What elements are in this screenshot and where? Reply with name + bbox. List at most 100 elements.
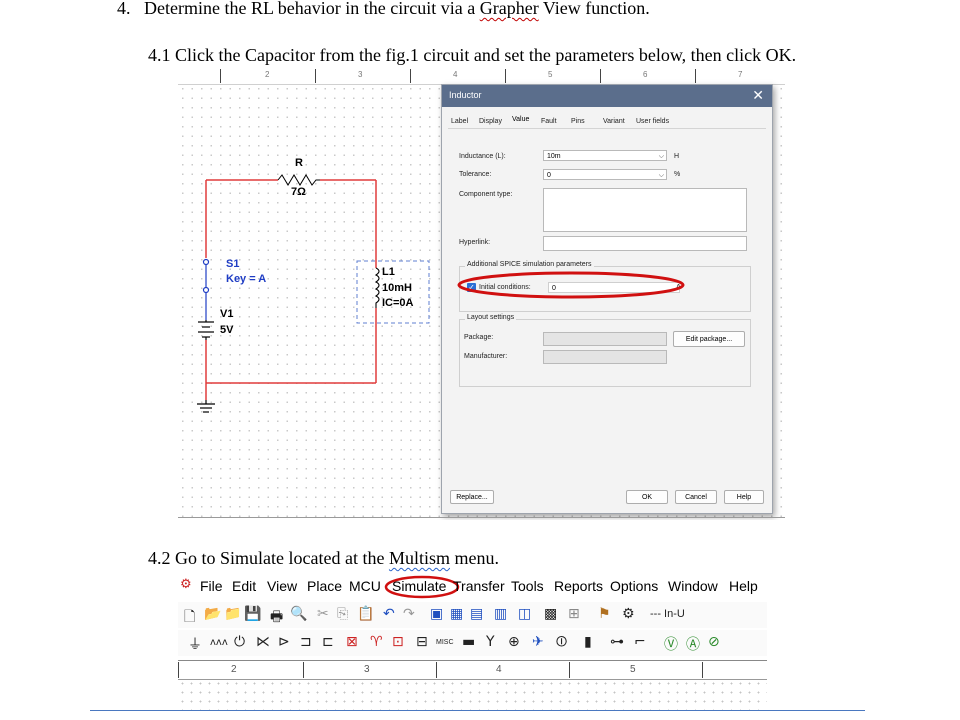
advanced-peripherals-icon[interactable]: ⊟ [416,634,428,650]
step-4-2-text-end: menu. [449,548,499,568]
hierarchical-block-icon[interactable]: ⏼ [556,634,567,650]
erc-icon[interactable]: ⚑ [598,606,611,622]
tolerance-value: 0 [547,172,551,179]
menu-help[interactable]: Help [729,578,758,594]
indicator-icon[interactable]: ♈ [370,634,383,650]
schematic-grid [178,679,767,710]
save-icon[interactable]: 💾 [244,606,261,622]
menu-reports[interactable]: Reports [554,578,603,594]
multisim-menu-screenshot: ⚙ File Edit View Place MCU Simulate Tran… [178,574,767,710]
manufacturer-field [543,350,667,364]
electrical-rules-icon[interactable]: ⚙ [622,606,635,622]
open-folder-icon[interactable]: 📂 [204,606,221,622]
hyperlink-label: Hyperlink: [459,239,491,246]
grapher-icon[interactable]: ◫ [518,606,531,622]
place-junction-icon[interactable]: ⊶ [610,634,624,650]
close-icon[interactable]: ✕ [752,87,764,104]
step-4-2-heading: 4.2 Go to Simulate located at the Multis… [148,548,499,569]
menu-window[interactable]: Window [668,578,718,594]
ammeter-icon[interactable]: Ⓐ [686,634,700,654]
switch-key: Key = A [226,273,267,285]
step-4-heading: 4. Determine the RL behavior in the circ… [117,0,650,19]
hyperlink-field[interactable] [543,236,747,251]
page-divider [90,710,865,711]
electromechanical-icon[interactable]: Y [486,634,495,650]
spreadsheet-icon[interactable]: ▦ [450,606,463,622]
place-wire-icon[interactable]: ⌐ [634,634,646,650]
undo-icon[interactable]: ↶ [383,606,395,622]
resistor-symbol [277,174,320,186]
menu-options[interactable]: Options [610,578,658,594]
package-label: Package: [464,334,494,341]
switch-name: S1 [226,258,240,270]
tab-label[interactable]: Label [451,118,468,125]
cut-icon[interactable]: ✂ [317,606,329,622]
paste-icon[interactable]: 📋 [357,606,374,622]
tab-variant[interactable]: Variant [603,118,625,125]
replace-button[interactable]: Replace... [450,490,494,504]
database-icon[interactable]: ▤ [470,606,483,622]
basic-icon[interactable]: ʌʌʌ [210,637,228,648]
print-preview-icon[interactable]: 🔍 [290,606,307,622]
transistor-icon[interactable]: ⋉ [256,634,270,650]
cmos-icon[interactable]: ⊏ [322,634,334,650]
screenshot-border [178,517,785,518]
multisim-app-icon: ⚙ [180,577,192,592]
voltmeter-icon[interactable]: Ⓥ [664,634,678,654]
cancel-button[interactable]: Cancel [675,490,717,504]
bus-icon[interactable]: ▮ [584,634,592,650]
breadboard-icon[interactable]: ▥ [494,606,507,622]
diode-icon[interactable]: ⏻ [234,634,245,650]
open-sample-icon[interactable]: 📁 [224,606,241,622]
help-button[interactable]: Help [724,490,764,504]
tolerance-combobox[interactable]: 0 ⌵ [543,169,667,180]
package-field [543,332,667,346]
dialog-title: Inductor [449,90,482,100]
misc-icon[interactable]: MISC [436,639,454,646]
menu-file[interactable]: File [200,578,223,594]
connector-icon[interactable]: ⊕ [508,634,520,650]
mixed-icon[interactable]: ⊠ [346,634,358,650]
menu-mcu[interactable]: MCU [349,578,381,594]
inductor-ic: IC=0A [382,297,414,309]
menu-place[interactable]: Place [307,578,342,594]
edit-package-button[interactable]: Edit package... [673,331,745,347]
component-wizard-icon[interactable]: ⊞ [568,606,580,622]
step-4-text: Determine the RL behavior in the circuit… [144,0,480,18]
tab-pins[interactable]: Pins [571,118,585,125]
inductor-value: 10mH [382,282,412,294]
menu-view[interactable]: View [267,578,297,594]
chevron-down-icon[interactable]: ⌵ [659,151,664,162]
component-type-field[interactable] [543,188,747,232]
print-icon[interactable]: 🖶 [270,606,283,630]
tolerance-unit: % [674,171,681,178]
resistor-name: R [295,157,303,169]
step-number: 4. [117,0,131,18]
menu-tools[interactable]: Tools [511,578,544,594]
power-icon[interactable]: ⊡ [392,634,404,650]
dialog-title-bar[interactable]: Inductor ✕ [442,85,772,107]
analog-icon[interactable]: ⊳ [278,634,290,650]
tab-fault[interactable]: Fault [541,118,557,125]
probe-icon[interactable]: ⊘ [708,634,720,650]
copy-icon[interactable]: ⎘ [337,606,348,622]
inductance-combobox[interactable]: 10m ⌵ [543,150,667,161]
tab-user-fields[interactable]: User fields [636,118,669,125]
menu-edit[interactable]: Edit [232,578,256,594]
ttl-icon[interactable]: ⊐ [300,634,312,650]
postprocessor-icon[interactable]: ▩ [544,606,557,622]
mcu-icon[interactable]: ✈ [532,634,544,650]
in-use-list[interactable]: --- In-U [650,608,685,620]
ruler-number: 5 [630,664,636,675]
source-icon[interactable]: ⏚ [188,634,202,654]
full-screen-icon[interactable]: ▣ [430,606,443,622]
chevron-down-icon[interactable]: ⌵ [659,170,664,181]
redo-icon[interactable]: ↷ [403,606,415,622]
ok-button[interactable]: OK [626,490,668,504]
tab-divider [448,128,766,129]
rf-icon[interactable]: ▬ [462,634,475,650]
new-file-icon[interactable]: 🗋 [184,606,195,630]
tab-display[interactable]: Display [479,118,502,125]
menu-transfer[interactable]: Transfer [453,578,505,594]
tab-value[interactable]: Value [512,116,529,123]
